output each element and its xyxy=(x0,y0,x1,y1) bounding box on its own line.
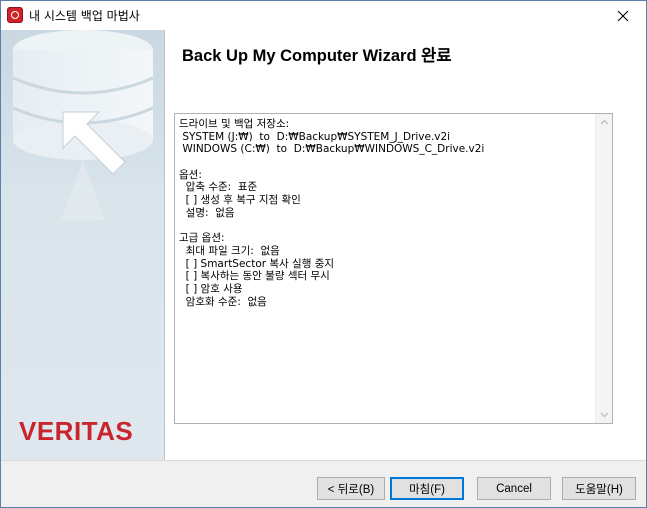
summary-line: 암호화 수준: 없음 xyxy=(179,295,267,308)
close-button[interactable] xyxy=(600,1,646,30)
scroll-up-arrow-icon xyxy=(600,119,608,125)
close-icon xyxy=(617,10,629,21)
summary-line xyxy=(179,220,595,233)
summary-line: 설명: 없음 xyxy=(179,206,235,219)
summary-line: [ ] 생성 후 복구 지점 확인 xyxy=(179,194,301,207)
summary-line xyxy=(179,156,595,169)
title-bar: 내 시스템 백업 마법사 xyxy=(1,1,646,30)
summary-line: 최대 파일 크기: 없음 xyxy=(179,244,280,257)
veritas-app-icon xyxy=(7,7,23,23)
summary-content: 드라이브 및 백업 저장소: SYSTEM (J:₩) to D:₩Backup… xyxy=(179,118,595,421)
button-bar: < 뒤로(B) 마침(F) Cancel 도움말(H) xyxy=(1,460,646,507)
summary-line: 압축 수준: 표준 xyxy=(179,181,258,194)
summary-textbox[interactable]: 드라이브 및 백업 저장소: SYSTEM (J:₩) to D:₩Backup… xyxy=(174,113,613,424)
summary-line: [ ] SmartSector 복사 실행 중지 xyxy=(179,257,335,270)
summary-line: 드라이브 및 백업 저장소: xyxy=(179,118,290,130)
disk-with-arrow-icon xyxy=(12,30,154,220)
wizard-title: Back Up My Computer Wizard 완료 xyxy=(182,47,452,65)
help-button[interactable]: 도움말(H) xyxy=(562,477,636,500)
scroll-down-arrow-icon xyxy=(600,412,608,418)
side-panel: VERITAS xyxy=(1,30,165,460)
cancel-button[interactable]: Cancel xyxy=(477,477,551,500)
summary-line: SYSTEM (J:₩) to D:₩Backup₩SYSTEM_J_Drive… xyxy=(179,130,451,143)
wizard-window: 내 시스템 백업 마법사 VERITAS Back Up My Computer… xyxy=(0,0,647,508)
summary-line: 옵션: xyxy=(179,168,202,181)
summary-line: [ ] 암호 사용 xyxy=(179,282,243,295)
scroll-up-button[interactable] xyxy=(596,114,612,130)
window-title: 내 시스템 백업 마법사 xyxy=(29,9,140,23)
summary-line: WINDOWS (C:₩) to D:₩Backup₩WINDOWS_C_Dri… xyxy=(179,143,485,156)
veritas-logo: VERITAS xyxy=(19,416,134,446)
scroll-down-button[interactable] xyxy=(596,407,612,423)
back-button[interactable]: < 뒤로(B) xyxy=(317,477,385,500)
finish-button[interactable]: 마침(F) xyxy=(390,477,464,500)
vertical-scrollbar[interactable] xyxy=(595,114,612,423)
summary-line: [ ] 복사하는 동안 불량 섹터 무시 xyxy=(179,270,330,283)
summary-line: 고급 옵션: xyxy=(179,232,225,245)
